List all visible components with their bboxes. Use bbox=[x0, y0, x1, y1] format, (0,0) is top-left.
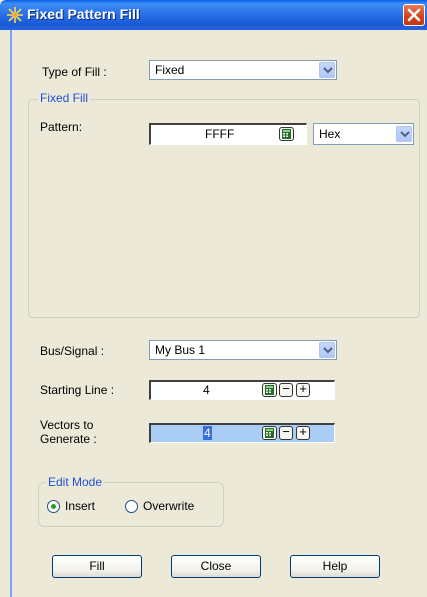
chevron-down-icon bbox=[400, 131, 410, 138]
insert-radio[interactable] bbox=[47, 500, 60, 513]
radio-selected-dot bbox=[51, 504, 56, 509]
minus-icon: − bbox=[282, 424, 290, 439]
close-dialog-button[interactable]: Close bbox=[171, 555, 261, 578]
plus-icon: + bbox=[299, 424, 307, 439]
help-button[interactable]: Help bbox=[290, 555, 380, 578]
starting-line-value: 4 bbox=[203, 383, 210, 397]
snowflake-icon bbox=[6, 6, 24, 24]
vectors-label-line1: Vectors to bbox=[40, 418, 94, 432]
window-title: Fixed Pattern Fill bbox=[27, 6, 140, 22]
format-value: Hex bbox=[319, 127, 341, 141]
edit-mode-legend: Edit Mode bbox=[46, 475, 105, 489]
vectors-label-line2: Generate : bbox=[40, 432, 97, 446]
type-of-fill-label: Type of Fill : bbox=[42, 65, 107, 79]
insert-radio-label[interactable]: Insert bbox=[65, 499, 95, 513]
format-combo[interactable]: Hex bbox=[313, 123, 414, 145]
bus-signal-label: Bus/Signal : bbox=[40, 344, 105, 358]
calculator-icon[interactable] bbox=[262, 426, 277, 440]
pattern-field[interactable]: FFFF bbox=[149, 123, 307, 145]
vectors-increment-button[interactable]: + bbox=[296, 424, 310, 440]
vectors-value: 4 bbox=[203, 426, 212, 440]
starting-line-field[interactable]: 4 − + bbox=[149, 380, 335, 400]
overwrite-radio-label[interactable]: Overwrite bbox=[143, 499, 194, 513]
bus-signal-dropdown-button[interactable] bbox=[319, 342, 335, 358]
plus-icon: + bbox=[299, 381, 307, 396]
starting-line-label: Starting Line : bbox=[40, 383, 115, 397]
title-bar[interactable]: Fixed Pattern Fill bbox=[0, 0, 427, 30]
calculator-icon[interactable] bbox=[262, 383, 277, 397]
type-of-fill-value: Fixed bbox=[155, 63, 185, 77]
pattern-value: FFFF bbox=[205, 127, 235, 141]
bus-signal-value: My Bus 1 bbox=[155, 343, 206, 357]
vectors-decrement-button[interactable]: − bbox=[279, 424, 293, 440]
pattern-label: Pattern: bbox=[40, 120, 83, 134]
type-of-fill-dropdown-button[interactable] bbox=[319, 62, 335, 78]
type-of-fill-combo[interactable]: Fixed bbox=[149, 60, 337, 80]
close-icon bbox=[407, 8, 421, 22]
format-dropdown-button[interactable] bbox=[396, 126, 412, 142]
dialog-client-area: Type of Fill : Fixed Fixed Fill Pattern:… bbox=[10, 30, 427, 597]
chevron-down-icon bbox=[323, 347, 333, 354]
chevron-down-icon bbox=[323, 67, 333, 74]
bus-signal-combo[interactable]: My Bus 1 bbox=[149, 340, 337, 360]
vectors-field[interactable]: 4 − + bbox=[149, 423, 335, 443]
fixed-fill-legend: Fixed Fill bbox=[38, 91, 91, 105]
close-button[interactable] bbox=[403, 4, 425, 26]
starting-line-increment-button[interactable]: + bbox=[296, 381, 310, 397]
dialog-window: Fixed Pattern Fill Type of Fill : Fixed … bbox=[0, 0, 427, 597]
calculator-icon[interactable] bbox=[279, 127, 294, 141]
overwrite-radio[interactable] bbox=[125, 500, 138, 513]
starting-line-decrement-button[interactable]: − bbox=[279, 381, 293, 397]
minus-icon: − bbox=[282, 381, 290, 396]
fill-button[interactable]: Fill bbox=[52, 555, 142, 578]
